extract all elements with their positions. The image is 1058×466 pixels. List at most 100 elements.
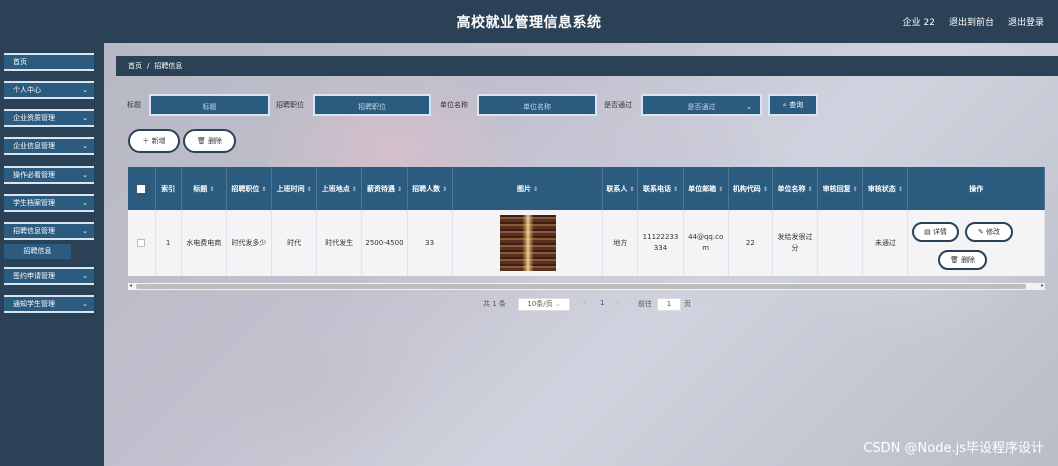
chevron-down-icon: ⌄ (82, 171, 88, 179)
scrollbar-thumb[interactable] (136, 284, 1026, 289)
goto-page-input[interactable]: 1 (657, 298, 681, 311)
cell-title: 水电费电商 (181, 210, 227, 276)
sort-icon[interactable]: ⇕ (898, 186, 903, 193)
sort-icon[interactable]: ⇕ (853, 186, 858, 193)
cell-contact: 地方 (602, 210, 639, 276)
column-header[interactable]: 薪资待遇 ⇕ (361, 167, 408, 210)
sort-icon[interactable]: ⇕ (533, 186, 538, 193)
column-header[interactable]: 上班地点 ⇕ (316, 167, 363, 210)
title-filter-label: 标题 (127, 101, 141, 109)
edit-button[interactable]: ✎ 修改 (965, 222, 1013, 242)
horizontal-scrollbar[interactable]: ◂ ▸ (128, 282, 1045, 290)
sidebar-item-student-records[interactable]: 学生档案管理 ⌄ (4, 194, 94, 212)
row-delete-button-label: 删除 (961, 256, 976, 264)
column-header[interactable]: 机构代码 ⇕ (728, 167, 773, 210)
scroll-right-icon[interactable]: ▸ (1041, 282, 1044, 289)
sidebar-item-label: 企业信息管理 (13, 142, 55, 150)
current-page[interactable]: 1 (600, 299, 604, 307)
table-header-row: 索引 标题 ⇕ 招聘职位 ⇕ 上班时间 ⇕ 上班地点 ⇕ 薪资待遇 ⇕ 招聘人数 ⇕ 图片 ⇕… (128, 167, 1045, 210)
row-checkbox[interactable] (128, 210, 156, 276)
page-size-select[interactable]: 10条/页 ⌄ (518, 298, 570, 311)
column-header[interactable]: 单位名称 ⇕ (772, 167, 819, 210)
next-page-icon[interactable]: › (616, 299, 619, 307)
sidebar-item-recruitment[interactable]: 招聘信息管理 ⌄ (4, 222, 94, 240)
sidebar-item-home[interactable]: 首页 (4, 53, 94, 71)
cell-work-time: 时代 (271, 210, 318, 276)
sort-icon[interactable]: ⇕ (209, 186, 214, 193)
detail-button[interactable]: ▤ 详情 (912, 222, 959, 242)
sidebar-item-company-info[interactable]: 企业信息管理 ⌄ (4, 137, 94, 155)
chevron-down-icon: ⌄ (82, 272, 88, 280)
cell-headcount: 33 (407, 210, 453, 276)
trash-icon: 🗑 (949, 256, 959, 264)
sort-icon[interactable]: ⇕ (718, 186, 723, 193)
column-header[interactable]: 联系电话 ⇕ (637, 167, 684, 210)
recruitment-table: 索引 标题 ⇕ 招聘职位 ⇕ 上班时间 ⇕ 上班地点 ⇕ 薪资待遇 ⇕ 招聘人数 ⇕ 图片 ⇕… (128, 167, 1045, 291)
sidebar-subitem-recruitment-info[interactable]: 招聘信息 (4, 244, 71, 259)
breadcrumb-home[interactable]: 首页 (128, 62, 142, 70)
sort-icon[interactable]: ⇕ (673, 186, 678, 193)
cell-work-place: 时代发生 (316, 210, 363, 276)
sort-icon[interactable]: ⇕ (261, 186, 266, 193)
cell-org-code: 22 (728, 210, 773, 276)
column-header[interactable]: 招聘人数 ⇕ (407, 167, 453, 210)
scroll-left-icon[interactable]: ◂ (129, 282, 132, 289)
back-to-front-link[interactable]: 退出到前台 (949, 15, 994, 28)
cell-reply (817, 210, 864, 276)
prev-page-icon[interactable]: ‹ (583, 299, 586, 307)
column-header[interactable]: 上班时间 ⇕ (271, 167, 318, 210)
sort-icon[interactable]: ⇕ (352, 186, 357, 193)
passed-select-value: 是否通过 (687, 103, 716, 111)
query-button[interactable]: ⌕ 查询 (768, 94, 818, 116)
csdn-watermark: CSDN @Node.js毕设程序设计 (863, 441, 1044, 456)
company-search-input[interactable]: 单位名称 (477, 94, 597, 116)
cell-index: 1 (155, 210, 182, 276)
trash-icon: 🗑 (196, 137, 206, 145)
sort-icon[interactable]: ⇕ (629, 186, 634, 193)
query-button-label: 查询 (789, 101, 804, 109)
column-header[interactable]: 单位邮箱 ⇕ (683, 167, 729, 210)
batch-delete-button[interactable]: 🗑 删除 (183, 129, 236, 153)
sort-icon[interactable]: ⇕ (807, 186, 812, 193)
sidebar-item-label: 首页 (13, 58, 27, 66)
cell-position: 时代发多少 (226, 210, 273, 276)
column-header: 索引 (155, 167, 182, 210)
sort-icon[interactable]: ⇕ (442, 186, 447, 193)
add-button[interactable]: ＋ 新增 (128, 129, 180, 153)
column-header[interactable]: 标题 ⇕ (181, 167, 227, 210)
cell-image (452, 210, 604, 276)
column-header[interactable]: 审核回复 ⇕ (817, 167, 864, 210)
header-actions: 企业 22 退出到前台 退出登录 (903, 15, 1044, 28)
cell-status: 未通过 (862, 210, 909, 276)
pagination: 共 1 条 10条/页 ⌄ ‹ 1 › 前往 1 页 (0, 298, 1058, 312)
column-header[interactable]: 审核状态 ⇕ (862, 167, 909, 210)
breadcrumb: 首页 / 招聘信息 (116, 56, 1058, 76)
sidebar-item-label: 操作必看管理 (13, 171, 55, 179)
column-header[interactable]: 招聘职位 ⇕ (226, 167, 273, 210)
column-header[interactable]: 图片 ⇕ (452, 167, 604, 210)
sidebar-item-label: 签约申请管理 (13, 272, 55, 280)
sort-icon[interactable]: ⇕ (307, 186, 312, 193)
edit-button-label: 修改 (986, 228, 1001, 236)
position-search-input[interactable]: 招聘职位 (313, 94, 431, 116)
sidebar-item-label: 学生档案管理 (13, 199, 55, 207)
column-header[interactable]: 联系人 ⇕ (602, 167, 639, 210)
select-all-checkbox[interactable] (128, 167, 156, 210)
top-header: 高校就业管理信息系统 企业 22 退出到前台 退出登录 (0, 0, 1058, 43)
logout-link[interactable]: 退出登录 (1008, 15, 1044, 28)
title-search-input[interactable]: 标题 (149, 94, 270, 116)
pencil-icon: ✎ (977, 228, 984, 236)
goto-label: 前往 (638, 300, 652, 308)
library-thumbnail[interactable] (499, 215, 556, 271)
sidebar-item-must-read[interactable]: 操作必看管理 ⌄ (4, 166, 94, 184)
page-size-value: 10条/页 (527, 300, 553, 308)
passed-select[interactable]: 是否通过 ⌄ (641, 94, 762, 116)
sidebar-item-contract-application[interactable]: 签约申请管理 ⌄ (4, 267, 94, 285)
sidebar-item-label: 个人中心 (13, 86, 41, 94)
add-button-label: 新增 (151, 137, 166, 145)
chevron-down-icon: ⌄ (554, 300, 561, 308)
sort-icon[interactable]: ⇕ (397, 186, 402, 193)
row-delete-button[interactable]: 🗑 删除 (938, 250, 987, 270)
company-filter-label: 单位名称 (440, 101, 468, 109)
sort-icon[interactable]: ⇕ (763, 186, 768, 193)
